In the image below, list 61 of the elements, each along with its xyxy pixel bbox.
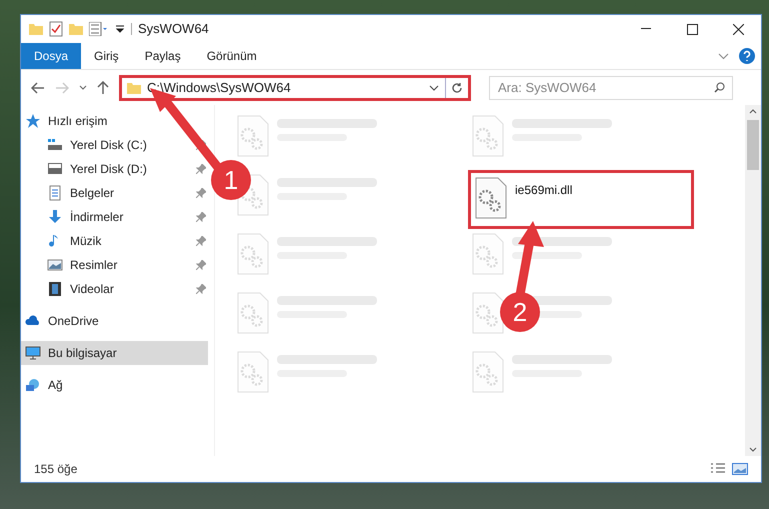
drive-icon [47,161,63,177]
dll-file-icon [475,177,507,219]
checklist-icon[interactable] [49,21,63,37]
search-icon [714,82,725,92]
scrollbar-thumb[interactable] [747,120,759,170]
back-arrow-icon[interactable] [31,82,45,94]
nav-item[interactable]: Resimler [21,253,208,277]
chevron-down-icon[interactable] [429,84,439,90]
item-count: 155 öğe [34,461,78,478]
nav-item[interactable]: Bu bilgisayar [21,341,208,365]
nav-item[interactable]: OneDrive [21,309,208,333]
address-path: C:\Windows\SysWOW64 [147,78,291,97]
pin-icon[interactable] [196,188,206,198]
pin-icon[interactable] [196,140,206,150]
properties-icon[interactable] [89,22,109,36]
docs-icon [47,185,63,201]
nav-item[interactable]: Ağ [21,373,208,397]
nav-item[interactable]: Müzik [21,229,208,253]
up-arrow-icon[interactable] [97,80,109,94]
pictures-icon [47,257,63,273]
nav-item[interactable]: Hızlı erişim [21,109,208,133]
ribbon-tab[interactable]: Görünüm [194,43,270,69]
nav-item[interactable]: Videolar [21,277,208,301]
star-icon [25,113,41,129]
nav-item[interactable]: Yerel Disk (D:) [21,157,208,181]
nav-item[interactable]: İndirmeler [21,205,208,229]
videos-icon [47,281,63,297]
chevron-down-icon[interactable] [79,85,87,90]
window-title: SysWOW64 [138,20,209,38]
ribbon-tab[interactable]: Dosya [21,43,82,69]
search-field[interactable]: Ara: SysWOW64 [489,76,733,100]
details-view-icon[interactable] [710,463,726,475]
pin-icon[interactable] [196,212,206,222]
network-icon [25,377,41,393]
dropdown-icon[interactable] [115,24,125,34]
download-icon [47,209,63,225]
blurred-text-bar [512,252,582,259]
maximize-icon [686,24,698,34]
drive-c-icon [47,137,63,153]
nav-item[interactable]: Belgeler [21,181,208,205]
pin-icon[interactable] [196,284,206,294]
folder-icon [127,80,141,94]
pc-icon [25,345,41,361]
scroll-down-icon[interactable] [749,447,757,452]
highlighted-file-tile[interactable]: ie569mi.dll [468,170,694,229]
minimize-icon [641,28,651,30]
dll-file-icon[interactable] [472,292,504,334]
refresh-icon[interactable] [451,82,463,94]
pin-icon[interactable] [196,164,206,174]
help-icon[interactable] [739,48,755,64]
ribbon-tab[interactable]: Giriş [81,43,132,69]
large-icons-view-icon[interactable] [732,463,748,475]
close-icon [732,24,744,34]
scroll-up-icon[interactable] [749,109,757,114]
nav-item[interactable]: Yerel Disk (C:) [21,133,208,157]
ribbon-tab[interactable]: Paylaş [132,43,194,69]
address-bar[interactable]: C:\Windows\SysWOW64 [119,74,471,100]
pin-icon[interactable] [196,260,206,270]
pin-icon[interactable] [196,236,206,246]
scrollbar[interactable] [745,105,761,456]
file-name: ie569mi.dll [515,182,572,199]
